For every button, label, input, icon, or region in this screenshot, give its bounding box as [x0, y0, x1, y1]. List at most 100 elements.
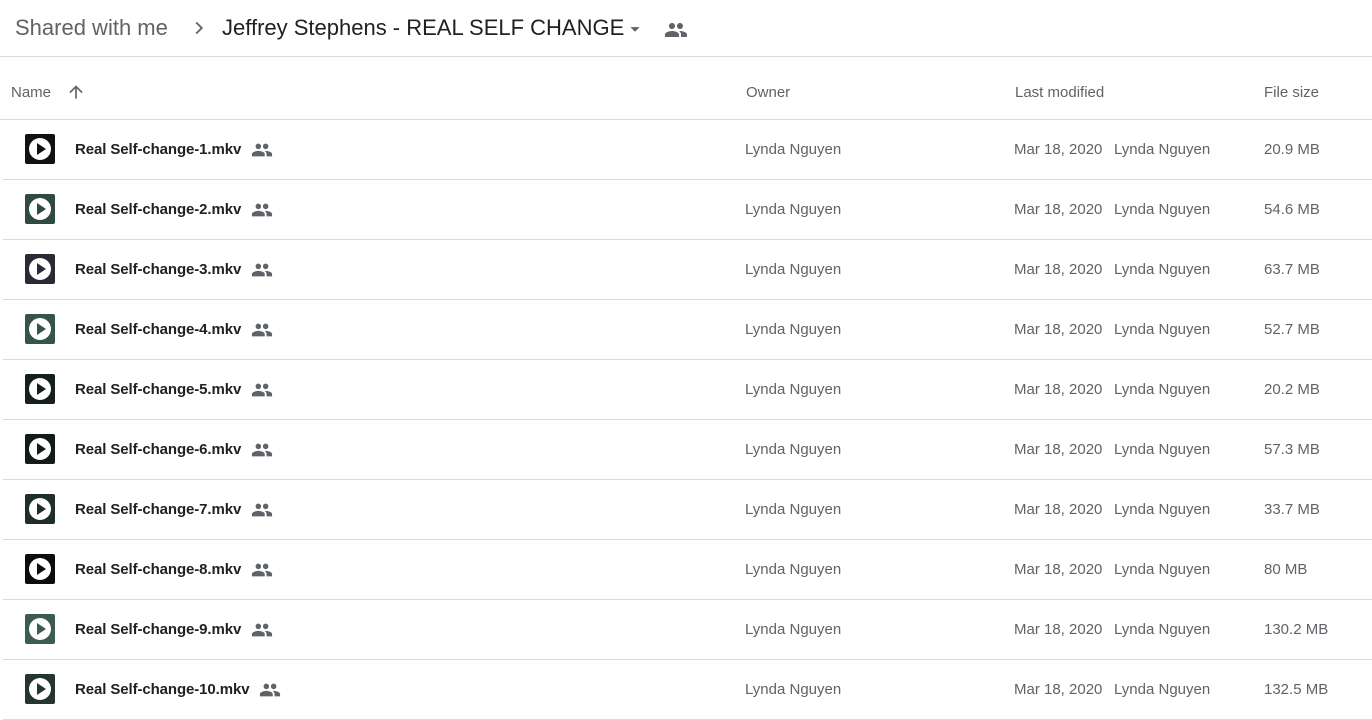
file-owner: Lynda Nguyen [745, 201, 842, 218]
file-owner: Lynda Nguyen [745, 321, 842, 338]
file-name[interactable]: Real Self-change-4.mkv [75, 320, 241, 339]
video-play-icon [25, 494, 55, 524]
file-modified-by: Lynda Nguyen [1114, 321, 1211, 338]
file-size: 20.2 MB [1264, 381, 1320, 398]
file-name[interactable]: Real Self-change-3.mkv [75, 260, 241, 279]
file-modified-date: Mar 18, 2020 [1014, 201, 1103, 218]
file-row[interactable]: Real Self-change-6.mkv Lynda Nguyen Mar … [3, 420, 1372, 480]
file-owner: Lynda Nguyen [745, 261, 842, 278]
video-play-icon [25, 194, 55, 224]
file-name[interactable]: Real Self-change-2.mkv [75, 200, 241, 219]
column-header-row: Name Owner Last modified File size [0, 57, 1372, 120]
file-row[interactable]: Real Self-change-9.mkv Lynda Nguyen Mar … [3, 600, 1372, 660]
people-icon [251, 323, 273, 337]
column-header-name[interactable]: Name [11, 84, 51, 102]
people-icon [251, 383, 273, 397]
people-icon[interactable] [664, 18, 688, 42]
arrow-up-icon[interactable] [66, 82, 86, 102]
video-play-icon [25, 674, 55, 704]
file-row[interactable]: Real Self-change-10.mkv Lynda Nguyen Mar… [3, 660, 1372, 720]
play-triangle [37, 443, 46, 455]
file-modified-date: Mar 18, 2020 [1014, 261, 1103, 278]
file-name[interactable]: Real Self-change-1.mkv [75, 140, 241, 159]
file-modified-date: Mar 18, 2020 [1014, 681, 1103, 698]
arrow-drop-down-icon[interactable] [624, 18, 646, 40]
people-icon [251, 503, 273, 517]
people-icon [251, 563, 273, 577]
file-row[interactable]: Real Self-change-5.mkv Lynda Nguyen Mar … [3, 360, 1372, 420]
video-play-icon [25, 374, 55, 404]
file-owner: Lynda Nguyen [745, 621, 842, 638]
people-icon [251, 263, 273, 277]
file-modified-by: Lynda Nguyen [1114, 261, 1211, 278]
play-triangle [37, 323, 46, 335]
video-play-icon [25, 314, 55, 344]
file-name[interactable]: Real Self-change-6.mkv [75, 440, 241, 459]
file-owner: Lynda Nguyen [745, 561, 842, 578]
people-icon [251, 203, 273, 217]
file-row[interactable]: Real Self-change-8.mkv Lynda Nguyen Mar … [3, 540, 1372, 600]
play-triangle [37, 563, 46, 575]
file-row[interactable]: Real Self-change-4.mkv Lynda Nguyen Mar … [3, 300, 1372, 360]
people-icon [251, 443, 273, 457]
file-row[interactable]: Real Self-change-1.mkv Lynda Nguyen Mar … [3, 120, 1372, 180]
file-modified-date: Mar 18, 2020 [1014, 621, 1103, 638]
breadcrumb-shared-with-me[interactable]: Shared with me [15, 14, 168, 42]
file-size: 57.3 MB [1264, 441, 1320, 458]
file-modified-date: Mar 18, 2020 [1014, 381, 1103, 398]
file-row[interactable]: Real Self-change-3.mkv Lynda Nguyen Mar … [3, 240, 1372, 300]
file-owner: Lynda Nguyen [745, 681, 842, 698]
file-size: 20.9 MB [1264, 141, 1320, 158]
people-icon [251, 143, 273, 157]
video-play-icon [25, 434, 55, 464]
file-name[interactable]: Real Self-change-7.mkv [75, 500, 241, 519]
file-modified-by: Lynda Nguyen [1114, 621, 1211, 638]
file-owner: Lynda Nguyen [745, 141, 842, 158]
video-play-icon [25, 134, 55, 164]
file-modified-date: Mar 18, 2020 [1014, 441, 1103, 458]
file-size: 63.7 MB [1264, 261, 1320, 278]
video-play-icon [25, 254, 55, 284]
file-modified-by: Lynda Nguyen [1114, 561, 1211, 578]
people-icon [251, 623, 273, 637]
chevron-right-icon [195, 21, 204, 35]
file-modified-by: Lynda Nguyen [1114, 141, 1211, 158]
play-triangle [37, 503, 46, 515]
file-name[interactable]: Real Self-change-5.mkv [75, 380, 241, 399]
file-row[interactable]: Real Self-change-7.mkv Lynda Nguyen Mar … [3, 480, 1372, 540]
file-size: 130.2 MB [1264, 621, 1329, 638]
people-icon [259, 683, 281, 697]
column-header-owner[interactable]: Owner [746, 84, 790, 102]
file-name[interactable]: Real Self-change-8.mkv [75, 560, 241, 579]
column-header-last-modified[interactable]: Last modified [1015, 84, 1104, 102]
play-triangle [37, 203, 46, 215]
file-size: 52.7 MB [1264, 321, 1320, 338]
column-header-file-size[interactable]: File size [1264, 84, 1319, 102]
file-name[interactable]: Real Self-change-10.mkv [75, 680, 250, 699]
file-modified-date: Mar 18, 2020 [1014, 561, 1103, 578]
file-owner: Lynda Nguyen [745, 381, 842, 398]
file-row[interactable]: Real Self-change-2.mkv Lynda Nguyen Mar … [3, 180, 1372, 240]
play-triangle [37, 683, 46, 695]
breadcrumb-current-folder[interactable]: Jeffrey Stephens - REAL SELF CHANGE [222, 14, 624, 42]
file-modified-by: Lynda Nguyen [1114, 501, 1211, 518]
play-triangle [37, 143, 46, 155]
file-modified-date: Mar 18, 2020 [1014, 321, 1103, 338]
file-size: 33.7 MB [1264, 501, 1320, 518]
file-owner: Lynda Nguyen [745, 441, 842, 458]
video-play-icon [25, 614, 55, 644]
video-play-icon [25, 554, 55, 584]
file-modified-by: Lynda Nguyen [1114, 681, 1211, 698]
file-size: 80 MB [1264, 561, 1308, 578]
file-modified-date: Mar 18, 2020 [1014, 501, 1103, 518]
file-modified-by: Lynda Nguyen [1114, 201, 1211, 218]
play-triangle [37, 263, 46, 275]
file-owner: Lynda Nguyen [745, 501, 842, 518]
file-size: 54.6 MB [1264, 201, 1320, 218]
file-modified-date: Mar 18, 2020 [1014, 141, 1103, 158]
file-name[interactable]: Real Self-change-9.mkv [75, 620, 241, 639]
file-modified-by: Lynda Nguyen [1114, 441, 1211, 458]
breadcrumb-bar: Shared with me Jeffrey Stephens - REAL S… [0, 0, 1372, 57]
file-list: Real Self-change-1.mkv Lynda Nguyen Mar … [0, 120, 1372, 720]
file-modified-by: Lynda Nguyen [1114, 381, 1211, 398]
